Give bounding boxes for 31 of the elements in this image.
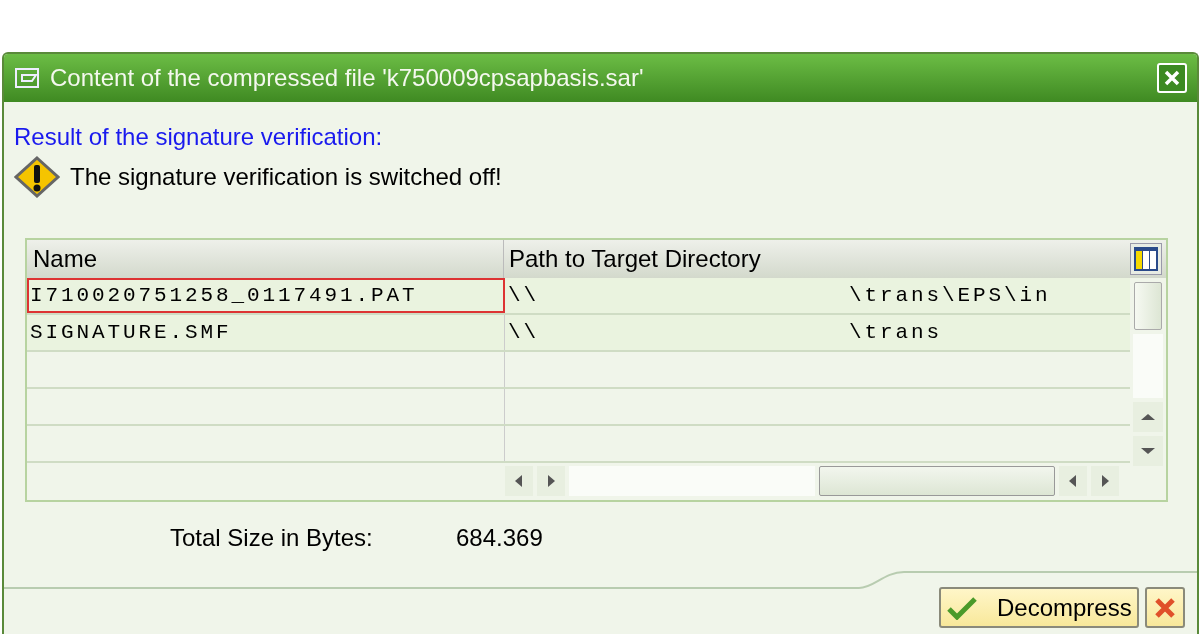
scroll-down-icon[interactable] — [1133, 436, 1163, 466]
table-row[interactable]: SIGNATURE.SMF \\ \trans — [27, 315, 1130, 352]
scroll-left-icon[interactable] — [505, 466, 533, 496]
total-size-value: 684.369 — [456, 523, 543, 553]
total-size-label: Total Size in Bytes: — [170, 523, 374, 553]
scroll-thumb[interactable] — [1134, 282, 1162, 330]
check-icon — [947, 595, 977, 620]
table-cell[interactable]: \\ \trans — [505, 315, 1130, 350]
scroll-thumb[interactable] — [819, 466, 1055, 496]
result-heading: Result of the signature verification: — [14, 122, 384, 152]
scroll-right-icon[interactable] — [537, 466, 565, 496]
close-icon — [1163, 69, 1181, 87]
close-icon — [1154, 596, 1176, 619]
warning-icon — [14, 156, 60, 198]
layout-button[interactable] — [1130, 243, 1162, 275]
scroll-up-icon[interactable] — [1133, 402, 1163, 432]
column-header[interactable]: Path to Target Directory — [504, 240, 1130, 278]
warning-message: The signature verification is switched off! — [70, 162, 502, 192]
dialog-icon — [14, 66, 42, 90]
window-title: Content of the compressed file 'k750009cpsapbasis.sar' — [50, 63, 644, 93]
columns-icon — [1133, 246, 1159, 272]
decompress-button[interactable]: Decompress — [939, 587, 1139, 628]
table-row[interactable]: I710020751258_0117491.PAT \\ \trans\EPS\in — [27, 278, 1130, 315]
table-cell[interactable]: \\ \trans\EPS\in — [505, 278, 1130, 313]
close-button[interactable] — [1157, 63, 1187, 93]
table-cell[interactable]: I710020751258_0117491.PAT — [27, 278, 505, 313]
column-header[interactable]: Name — [27, 240, 504, 278]
scroll-right-icon[interactable] — [1091, 466, 1119, 496]
cancel-button[interactable] — [1145, 587, 1185, 628]
scroll-left-icon[interactable] — [1059, 466, 1087, 496]
table-cell[interactable]: SIGNATURE.SMF — [27, 315, 505, 350]
